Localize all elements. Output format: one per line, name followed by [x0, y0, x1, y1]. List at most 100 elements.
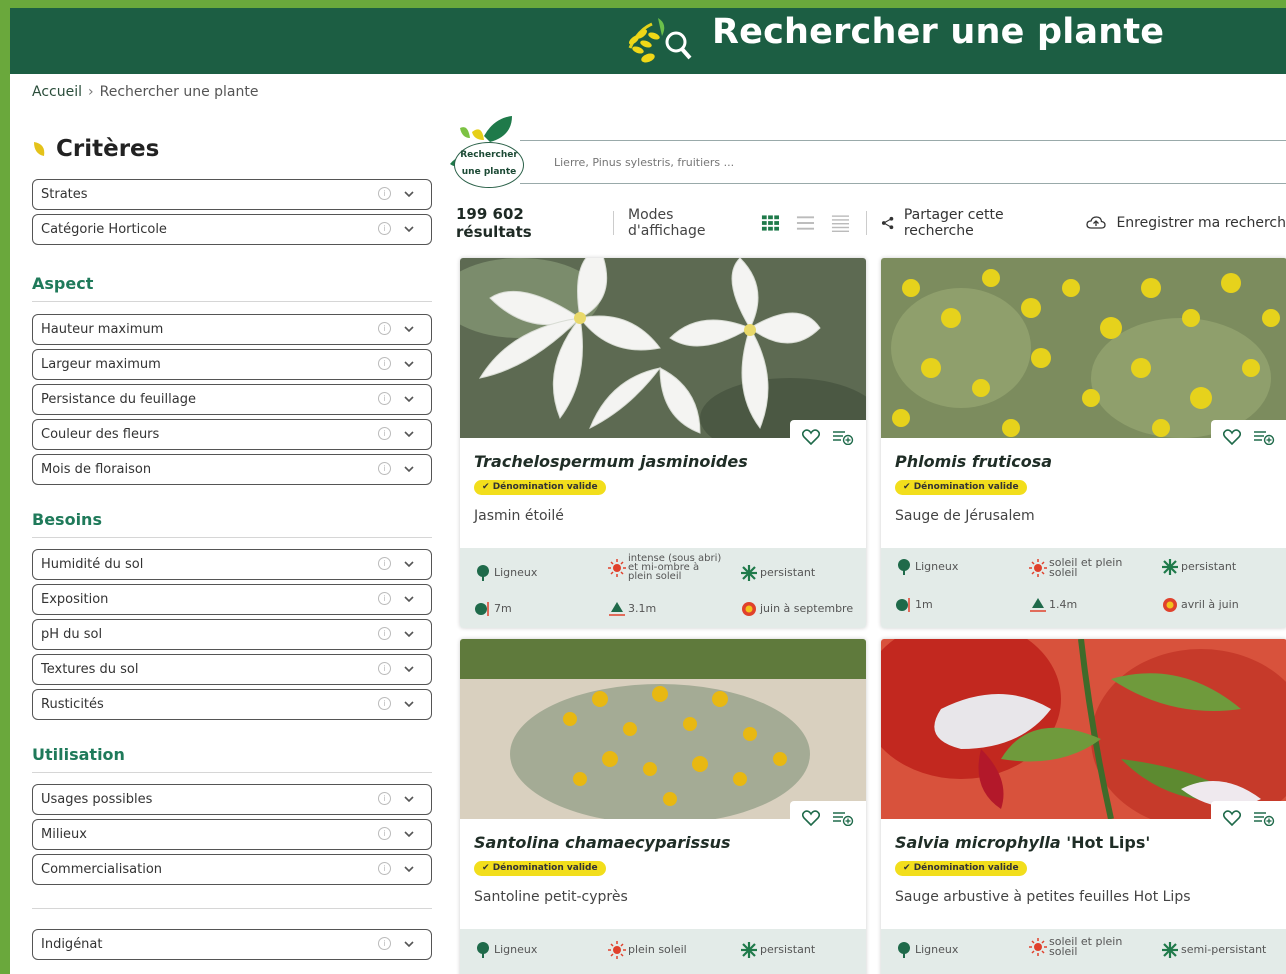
info-icon[interactable]: i [378, 392, 391, 405]
search-input[interactable] [554, 152, 1154, 172]
info-icon[interactable]: i [378, 222, 391, 235]
plant-card[interactable]: Phlomis fruticosa ✔ Dénomination valide … [881, 258, 1286, 628]
add-to-list-icon[interactable] [832, 429, 854, 445]
chevron-down-icon [404, 831, 414, 838]
info-icon[interactable]: i [378, 937, 391, 950]
trait-type: Ligneux [895, 558, 958, 576]
chevron-down-icon [404, 941, 414, 948]
results-count: 199 602 résultats [456, 205, 532, 241]
heart-icon[interactable] [802, 429, 820, 445]
valid-name-badge: ✔ Dénomination valide [895, 480, 1027, 495]
flower-icon [1163, 598, 1177, 612]
info-icon[interactable]: i [378, 462, 391, 475]
search-badge: Rechercher une plante [454, 142, 524, 188]
grid-view-icon[interactable] [761, 213, 780, 233]
plant-common-name: Sauge de Jérusalem [895, 508, 1035, 524]
trait-exposure-value: soleil et plein soleil [1049, 935, 1123, 958]
info-icon[interactable]: i [378, 827, 391, 840]
compact-list-view-icon[interactable] [831, 213, 850, 233]
info-icon[interactable]: i [378, 322, 391, 335]
trait-exposure: soleil et plein soleil [1029, 935, 1129, 958]
info-icon[interactable]: i [378, 862, 391, 875]
leaf-icon [34, 142, 45, 156]
filter-mois-floraison[interactable]: Mois de floraison i [32, 454, 432, 485]
heart-icon[interactable] [802, 810, 820, 826]
filter-rusticites[interactable]: Rusticités i [32, 689, 432, 720]
trait-flowering: avril à juin [1161, 596, 1239, 614]
info-icon[interactable]: i [378, 357, 391, 370]
sun-icon [1029, 559, 1047, 577]
breadcrumb-home-link[interactable]: Accueil [32, 84, 82, 100]
share-search-button[interactable]: Partager cette recherche [881, 207, 1069, 239]
add-to-list-icon[interactable] [1253, 429, 1275, 445]
trait-width-value: 3.1m [628, 602, 657, 615]
info-icon[interactable]: i [378, 662, 391, 675]
plant-card[interactable]: Santolina chamaecyparissus ✔ Dénominatio… [460, 639, 866, 974]
plant-card[interactable]: Salvia microphylla 'Hot Lips' ✔ Dénomina… [881, 639, 1286, 974]
list-view-icon[interactable] [796, 213, 815, 233]
info-icon[interactable]: i [378, 792, 391, 805]
height-icon [896, 598, 910, 612]
height-icon [475, 602, 489, 616]
filter-usages-possibles[interactable]: Usages possibles i [32, 784, 432, 815]
heart-icon[interactable] [1223, 429, 1241, 445]
trait-foliage-value: semi-persistant [1181, 943, 1267, 956]
info-icon[interactable]: i [378, 427, 391, 440]
add-to-list-icon[interactable] [1253, 810, 1275, 826]
width-icon [1030, 598, 1046, 612]
filter-humidite-sol[interactable]: Humidité du sol i [32, 549, 432, 580]
plant-photo [460, 639, 866, 819]
plant-latin-name[interactable]: Santolina chamaecyparissus [474, 833, 731, 852]
filter-milieux[interactable]: Milieux i [32, 819, 432, 850]
filter-label: Catégorie Horticole [41, 222, 167, 237]
tree-icon [898, 942, 910, 958]
filter-hauteur-maximum[interactable]: Hauteur maximum i [32, 314, 432, 345]
plant-photo [881, 258, 1286, 438]
trait-height: 1m [895, 596, 933, 614]
trait-type: Ligneux [474, 564, 537, 582]
trait-type-value: Ligneux [915, 560, 959, 573]
trait-exposure: intense (sous abri) et mi-ombre à plein … [608, 554, 724, 582]
chevron-down-icon [404, 866, 414, 873]
chevron-down-icon [404, 466, 414, 473]
trait-type-value: Ligneux [494, 566, 538, 579]
tree-icon [477, 942, 489, 958]
filter-couleur-fleurs[interactable]: Couleur des fleurs i [32, 419, 432, 450]
badge-label: Dénomination valide [492, 482, 598, 492]
plant-traits: Ligneux intense (sous abri) et mi-ombre … [460, 548, 866, 628]
trait-foliage: semi-persistant [1161, 941, 1266, 959]
plant-card[interactable]: Trachelospermum jasminoides ✔ Dénominati… [460, 258, 866, 628]
filter-label: Commercialisation [41, 862, 163, 877]
info-icon[interactable]: i [378, 627, 391, 640]
filter-commercialisation[interactable]: Commercialisation i [32, 854, 432, 885]
info-icon[interactable]: i [378, 187, 391, 200]
chevron-down-icon [404, 561, 414, 568]
filter-indigenat[interactable]: Indigénat i [32, 929, 432, 960]
card-actions [790, 420, 866, 454]
chevron-down-icon [404, 596, 414, 603]
plant-latin-name[interactable]: Trachelospermum jasminoides [474, 452, 748, 471]
trait-exposure: soleil et plein soleil [1029, 557, 1129, 578]
plant-latin-name[interactable]: Phlomis fruticosa [895, 452, 1052, 471]
info-icon[interactable]: i [378, 592, 391, 605]
filter-strates[interactable]: Strates i [32, 179, 432, 210]
save-search-button[interactable]: Enregistrer ma recherch [1086, 215, 1286, 231]
snowflake-leaf-icon [1162, 942, 1178, 958]
trait-width-value: 1.4m [1049, 598, 1078, 611]
filter-largeur-maximum[interactable]: Largeur maximum i [32, 349, 432, 380]
filter-exposition[interactable]: Exposition i [32, 584, 432, 615]
filter-persistance-feuillage[interactable]: Persistance du feuillage i [32, 384, 432, 415]
info-icon[interactable]: i [378, 697, 391, 710]
trait-height: 7m [474, 600, 512, 618]
chevron-down-icon [404, 796, 414, 803]
sun-icon [608, 558, 626, 577]
share-search-label: Partager cette recherche [903, 207, 1004, 239]
filter-categorie-horticole[interactable]: Catégorie Horticole i [32, 214, 432, 245]
info-icon[interactable]: i [378, 557, 391, 570]
plant-latin-name[interactable]: Salvia microphylla 'Hot Lips' [895, 833, 1150, 852]
trait-exposure-value: plein soleil [628, 943, 687, 956]
add-to-list-icon[interactable] [832, 810, 854, 826]
heart-icon[interactable] [1223, 810, 1241, 826]
filter-textures-sol[interactable]: Textures du sol i [32, 654, 432, 685]
filter-ph-sol[interactable]: pH du sol i [32, 619, 432, 650]
